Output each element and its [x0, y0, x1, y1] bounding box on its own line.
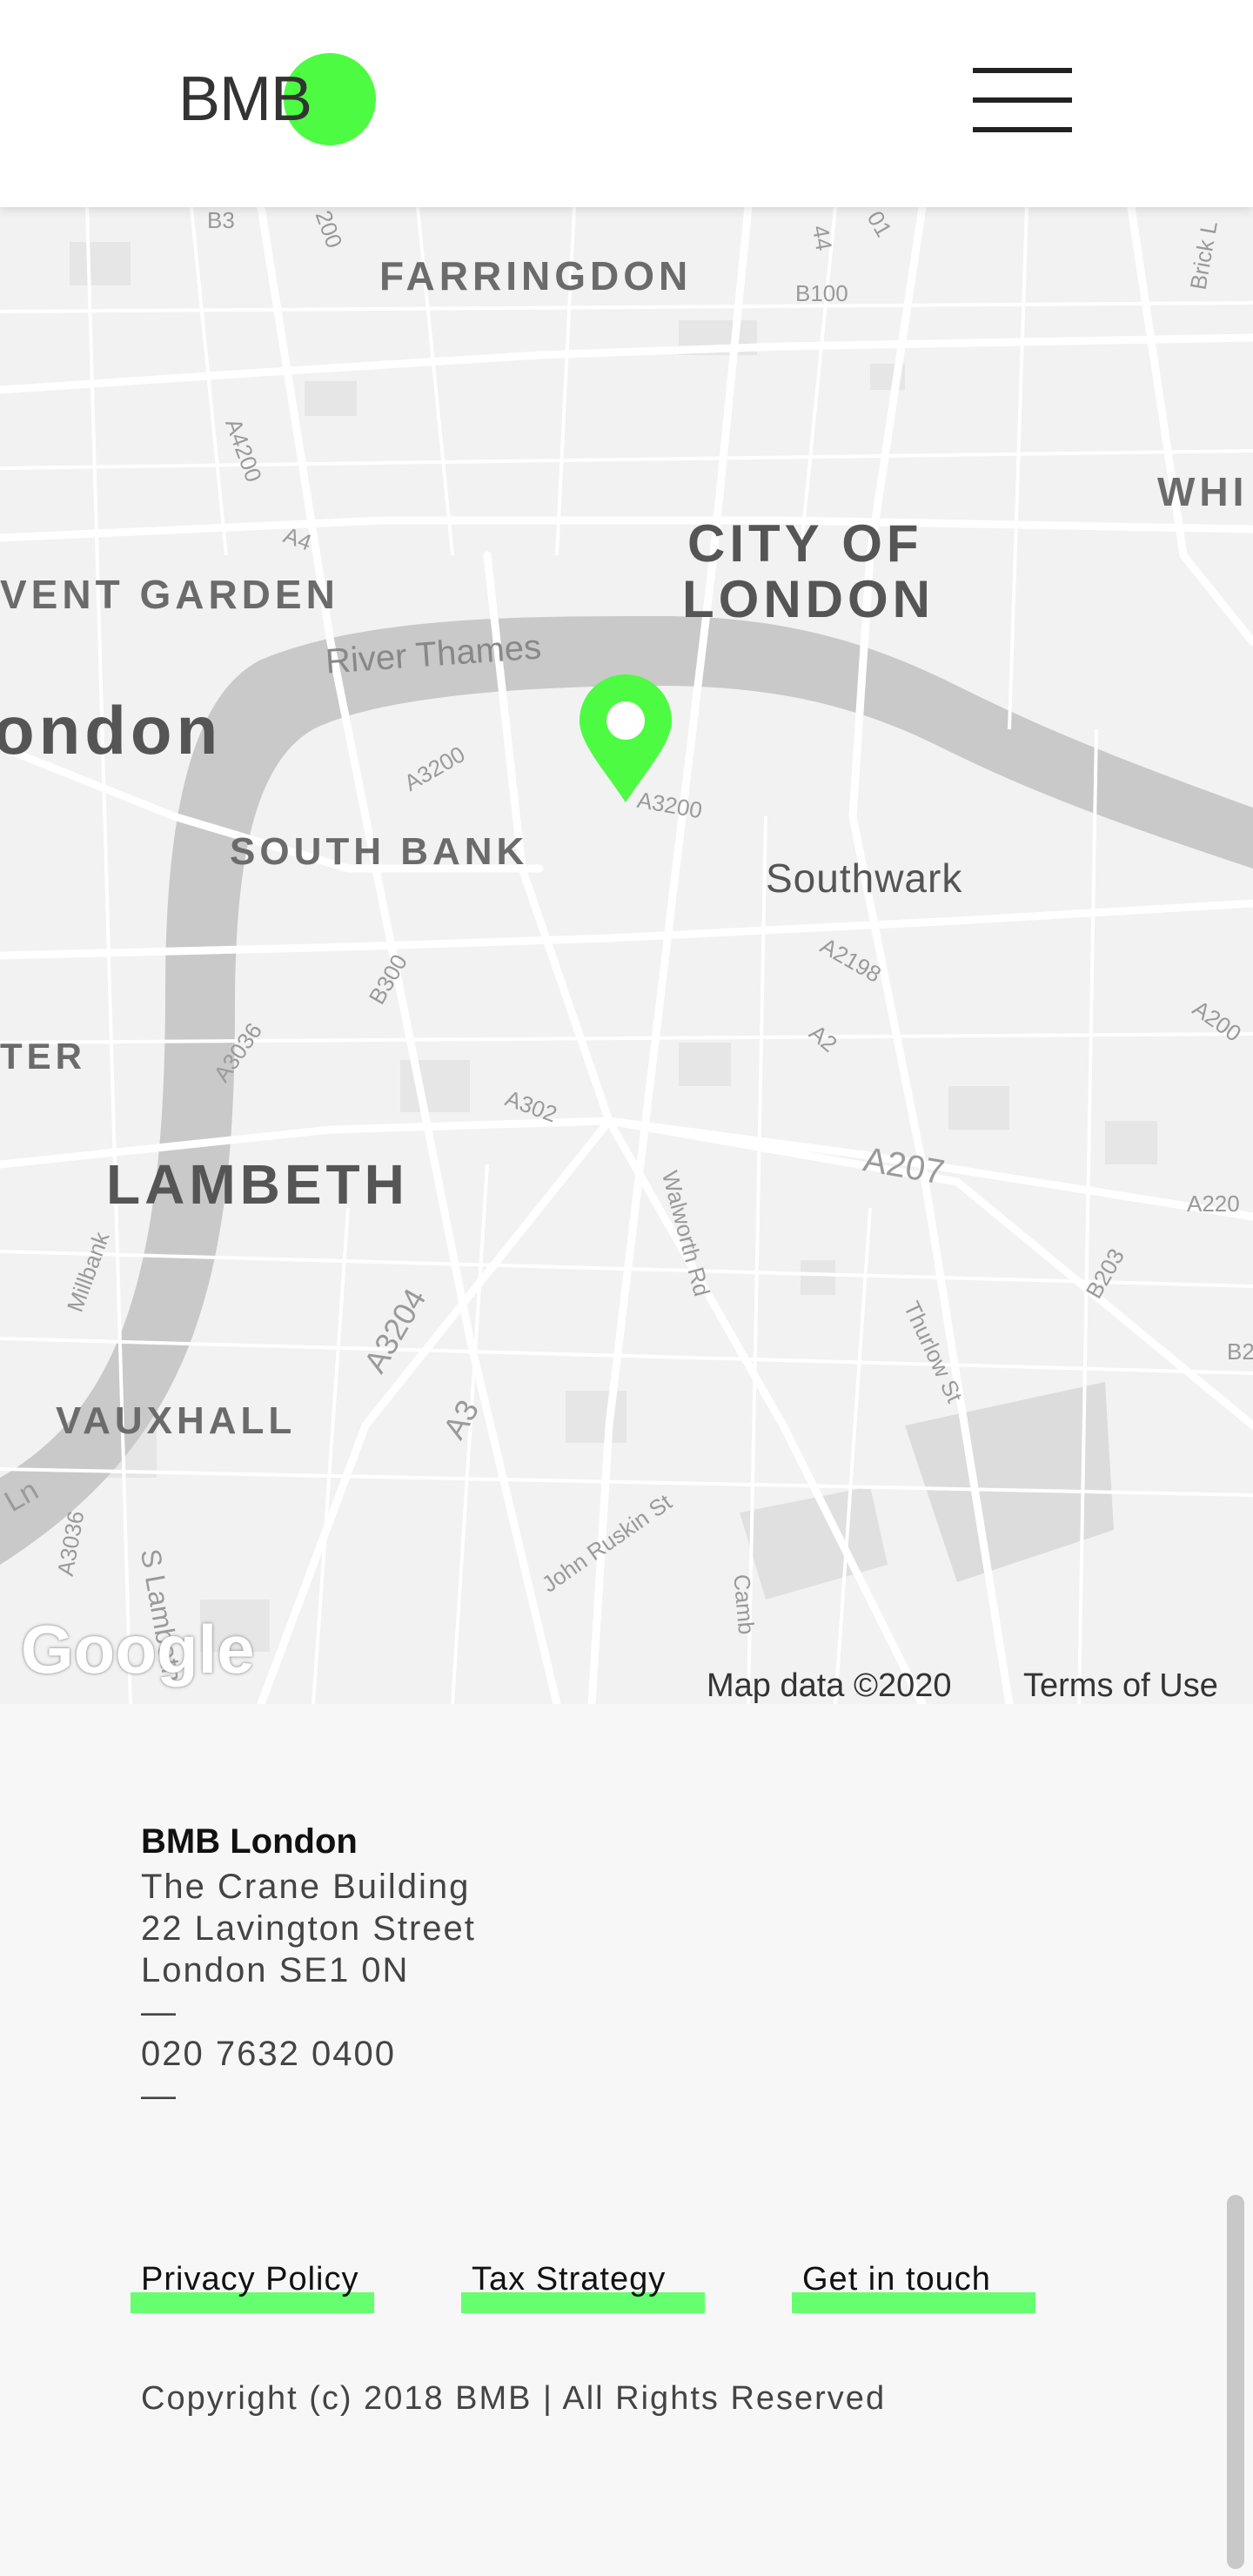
map-label-london-city: LONDON [682, 570, 935, 628]
menu-line [973, 68, 1072, 73]
divider-dash: — [141, 2076, 178, 2115]
tax-strategy-link[interactable]: Tax Strategy [461, 2261, 705, 2313]
link-label: Privacy Policy [141, 2261, 359, 2298]
map-label-city-of: CITY OF [687, 514, 923, 573]
site-header: BMB [0, 0, 1253, 207]
copyright-text: Copyright (c) 2018 BMB | All Rights Rese… [141, 2380, 887, 2417]
logo-text: BMB [178, 64, 312, 134]
address-line: London SE1 0N [141, 1951, 410, 1989]
map-label-a44: 44 [807, 223, 838, 253]
map-label-south-bank: SOUTH BANK [230, 830, 529, 873]
google-logo[interactable]: Google [21, 1610, 255, 1689]
address-line: The Crane Building [141, 1868, 471, 1906]
menu-line [973, 127, 1072, 132]
office-name: BMB London [141, 1822, 358, 1861]
terms-of-use-link[interactable]: Terms of Use [1023, 1667, 1218, 1704]
map-label-a220: A220 [1187, 1191, 1240, 1217]
map-label-ter: TER [0, 1036, 86, 1077]
page-scrollbar[interactable] [1227, 2195, 1244, 2569]
map-label-b3: B3 [207, 207, 235, 233]
map-label-b100: B100 [795, 280, 848, 306]
phone-number[interactable]: 020 7632 0400 [141, 2035, 396, 2074]
link-label: Get in touch [802, 2261, 991, 2298]
site-footer: BMB London The Crane Building 22 Lavingt… [0, 1704, 1253, 2576]
map-label-southwark: Southwark [766, 855, 963, 901]
privacy-policy-link[interactable]: Privacy Policy [131, 2261, 374, 2313]
google-map[interactable]: FARRINGDON CITY OF LONDON VENT GARDEN on… [0, 207, 1253, 1704]
map-roads [0, 207, 1253, 1704]
map-pin-icon[interactable] [578, 674, 673, 804]
bmb-logo[interactable]: BMB [178, 52, 379, 148]
link-label: Tax Strategy [472, 2261, 667, 2298]
map-label-farringdon: FARRINGDON [379, 253, 693, 299]
divider-dash: — [141, 1993, 178, 2031]
get-in-touch-link[interactable]: Get in touch [792, 2261, 1035, 2313]
address-line: 22 Lavington Street [141, 1909, 476, 1948]
map-label-covent-garden: VENT GARDEN [0, 572, 339, 617]
map-label-vauxhall: VAUXHALL [56, 1399, 297, 1442]
map-data-attribution: Map data ©2020 [707, 1667, 952, 1704]
map-label-lambeth: LAMBETH [106, 1153, 409, 1216]
map-label-whitechapel: WHI [1157, 469, 1249, 514]
menu-line [973, 97, 1072, 103]
map-label-camberwell: Camb [728, 1573, 761, 1636]
hamburger-menu-icon[interactable] [973, 68, 1072, 134]
map-label-b2: B2 [1227, 1338, 1253, 1365]
map-label-london: ondon [0, 692, 223, 768]
